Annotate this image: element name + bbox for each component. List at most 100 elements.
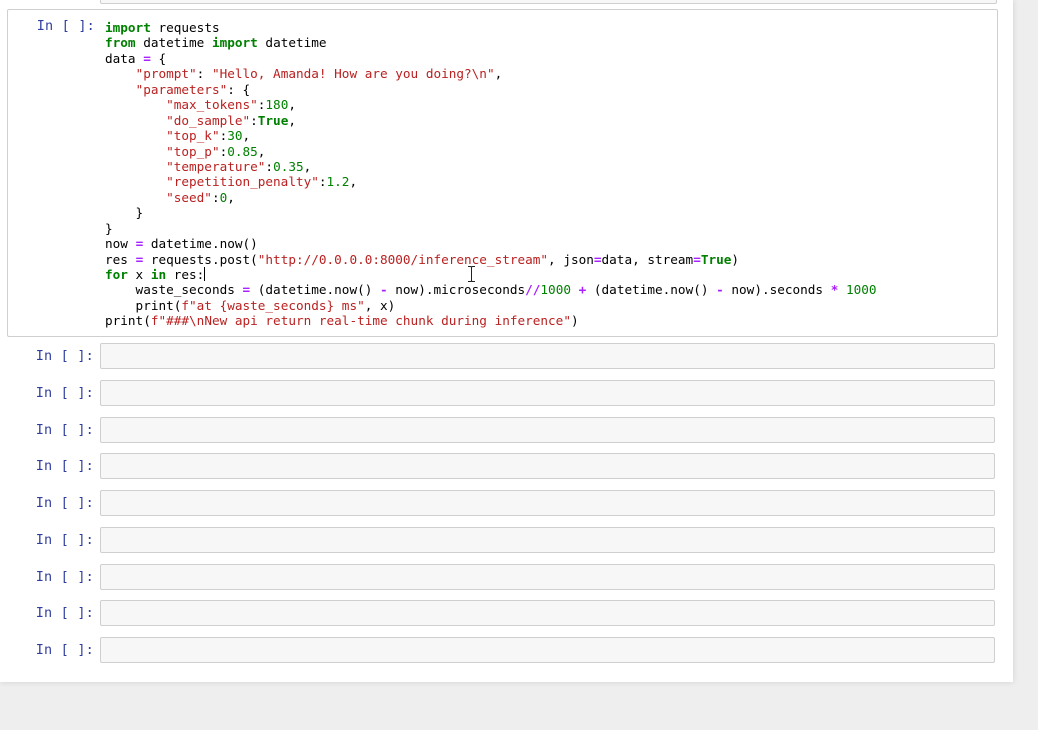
code-text[interactable]: import requests from datetime import date… [105, 20, 877, 329]
code-line: from datetime import datetime [105, 35, 877, 50]
code-line: data = { [105, 51, 877, 66]
code-line: "temperature":0.35, [105, 159, 877, 174]
code-token: : [211, 189, 220, 205]
code-token: ) [731, 251, 740, 267]
code-line: "seed":0, [105, 190, 877, 205]
cell-prompt: In [ ]: [35, 605, 94, 621]
code-token: // [525, 282, 541, 298]
code-token: datetime [135, 35, 212, 51]
code-line: } [105, 221, 877, 236]
code-token: now [105, 236, 136, 252]
code-token: "do_sample" [166, 112, 251, 128]
code-token: "Hello, Amanda! How are you doing?\n" [211, 66, 495, 82]
empty-code-cell[interactable]: In [ ]: [0, 380, 1000, 406]
code-token: "max_tokens" [166, 97, 258, 113]
cell-prompt: In [ ]: [35, 422, 94, 438]
code-token: in [150, 267, 167, 282]
cell-prompt: In [ ]: [36, 18, 95, 34]
empty-code-cell[interactable]: In [ ]: [0, 527, 1000, 553]
code-token: datetime [257, 35, 327, 51]
code-token: f"at {waste_seconds} ms" [181, 297, 365, 313]
code-editor[interactable] [100, 380, 995, 406]
code-token: = [693, 251, 701, 267]
code-token: "top_p" [166, 143, 220, 159]
code-editor[interactable] [100, 600, 995, 626]
code-token: = [593, 251, 602, 267]
code-token: ) [570, 313, 579, 329]
code-token: f"###\nNew api return real-time chunk du… [150, 313, 571, 329]
code-token: , [349, 174, 358, 190]
code-token: "seed" [166, 189, 212, 205]
empty-code-cell[interactable]: In [ ]: [0, 453, 1000, 479]
code-token: from [105, 35, 136, 51]
code-token: , [257, 143, 266, 159]
code-token: , [288, 97, 296, 113]
code-token: (datetime.now() [250, 282, 380, 298]
code-token: : [265, 158, 274, 174]
code-line: res = requests.post("http://0.0.0.0:8000… [105, 252, 877, 267]
code-token: (datetime.now() [586, 282, 717, 298]
empty-code-cell[interactable]: In [ ]: [0, 637, 1000, 663]
code-token: 1000 [540, 282, 571, 298]
cell-prompt: In [ ]: [35, 348, 94, 364]
previous-cell-edge [100, 0, 997, 4]
empty-code-cell[interactable]: In [ ]: [0, 600, 1000, 626]
code-editor[interactable] [100, 564, 995, 590]
text-caret [204, 267, 206, 281]
cell-prompt: In [ ]: [35, 642, 94, 658]
code-token: , x) [364, 297, 396, 313]
code-line: "top_p":0.85, [105, 144, 877, 159]
code-token: True [700, 251, 732, 267]
code-cell-selected[interactable]: In [ ]: import requests from datetime imp… [7, 9, 998, 337]
code-editor[interactable] [100, 527, 995, 553]
cell-prompt: In [ ]: [35, 385, 94, 401]
code-editor[interactable] [100, 637, 995, 663]
code-token: : [250, 112, 258, 128]
code-token: - [716, 282, 724, 298]
code-token: { [150, 50, 167, 66]
code-token: print( [105, 313, 151, 329]
code-line: waste_seconds = (datetime.now() - now).m… [105, 282, 877, 297]
text-cursor-ibeam-icon [468, 266, 475, 282]
code-token: requests.post( [143, 251, 258, 267]
code-token: datetime.now() [143, 236, 258, 252]
code-token: data [105, 50, 144, 66]
empty-code-cell[interactable]: In [ ]: [0, 490, 1000, 516]
code-editor[interactable]: import requests from datetime import date… [101, 10, 996, 336]
code-token: , [494, 66, 503, 82]
code-line: import requests [105, 20, 877, 35]
empty-code-cell[interactable]: In [ ]: [0, 417, 1000, 443]
code-line: "max_tokens":180, [105, 97, 877, 112]
code-line: print(f"at {waste_seconds} ms", x) [105, 298, 877, 313]
code-line: "do_sample":True, [105, 113, 877, 128]
code-editor[interactable] [100, 453, 995, 479]
code-token: : [318, 174, 327, 190]
code-token: print( [105, 297, 182, 313]
code-token: : { [227, 81, 251, 97]
code-token: "parameters" [135, 81, 228, 97]
code-line: "repetition_penalty":1.2, [105, 174, 877, 189]
code-editor[interactable] [100, 417, 995, 443]
code-token: } [105, 205, 144, 221]
code-token: 1000 [846, 282, 877, 298]
empty-code-cell[interactable]: In [ ]: [0, 343, 1000, 369]
code-editor[interactable] [100, 343, 995, 369]
code-token: for [105, 267, 128, 282]
code-token: requests [150, 20, 220, 35]
code-token: 180 [265, 97, 289, 113]
code-token: } [105, 220, 113, 236]
code-editor[interactable] [100, 490, 995, 516]
empty-code-cell[interactable]: In [ ]: [0, 564, 1000, 590]
code-line: "prompt": "Hello, Amanda! How are you do… [105, 66, 877, 81]
code-token: "top_k" [166, 128, 220, 144]
code-token: import [211, 35, 258, 51]
cell-prompt: In [ ]: [35, 495, 94, 511]
code-token: = [242, 282, 251, 298]
code-token: , [288, 112, 296, 128]
code-token: 30 [227, 128, 243, 144]
